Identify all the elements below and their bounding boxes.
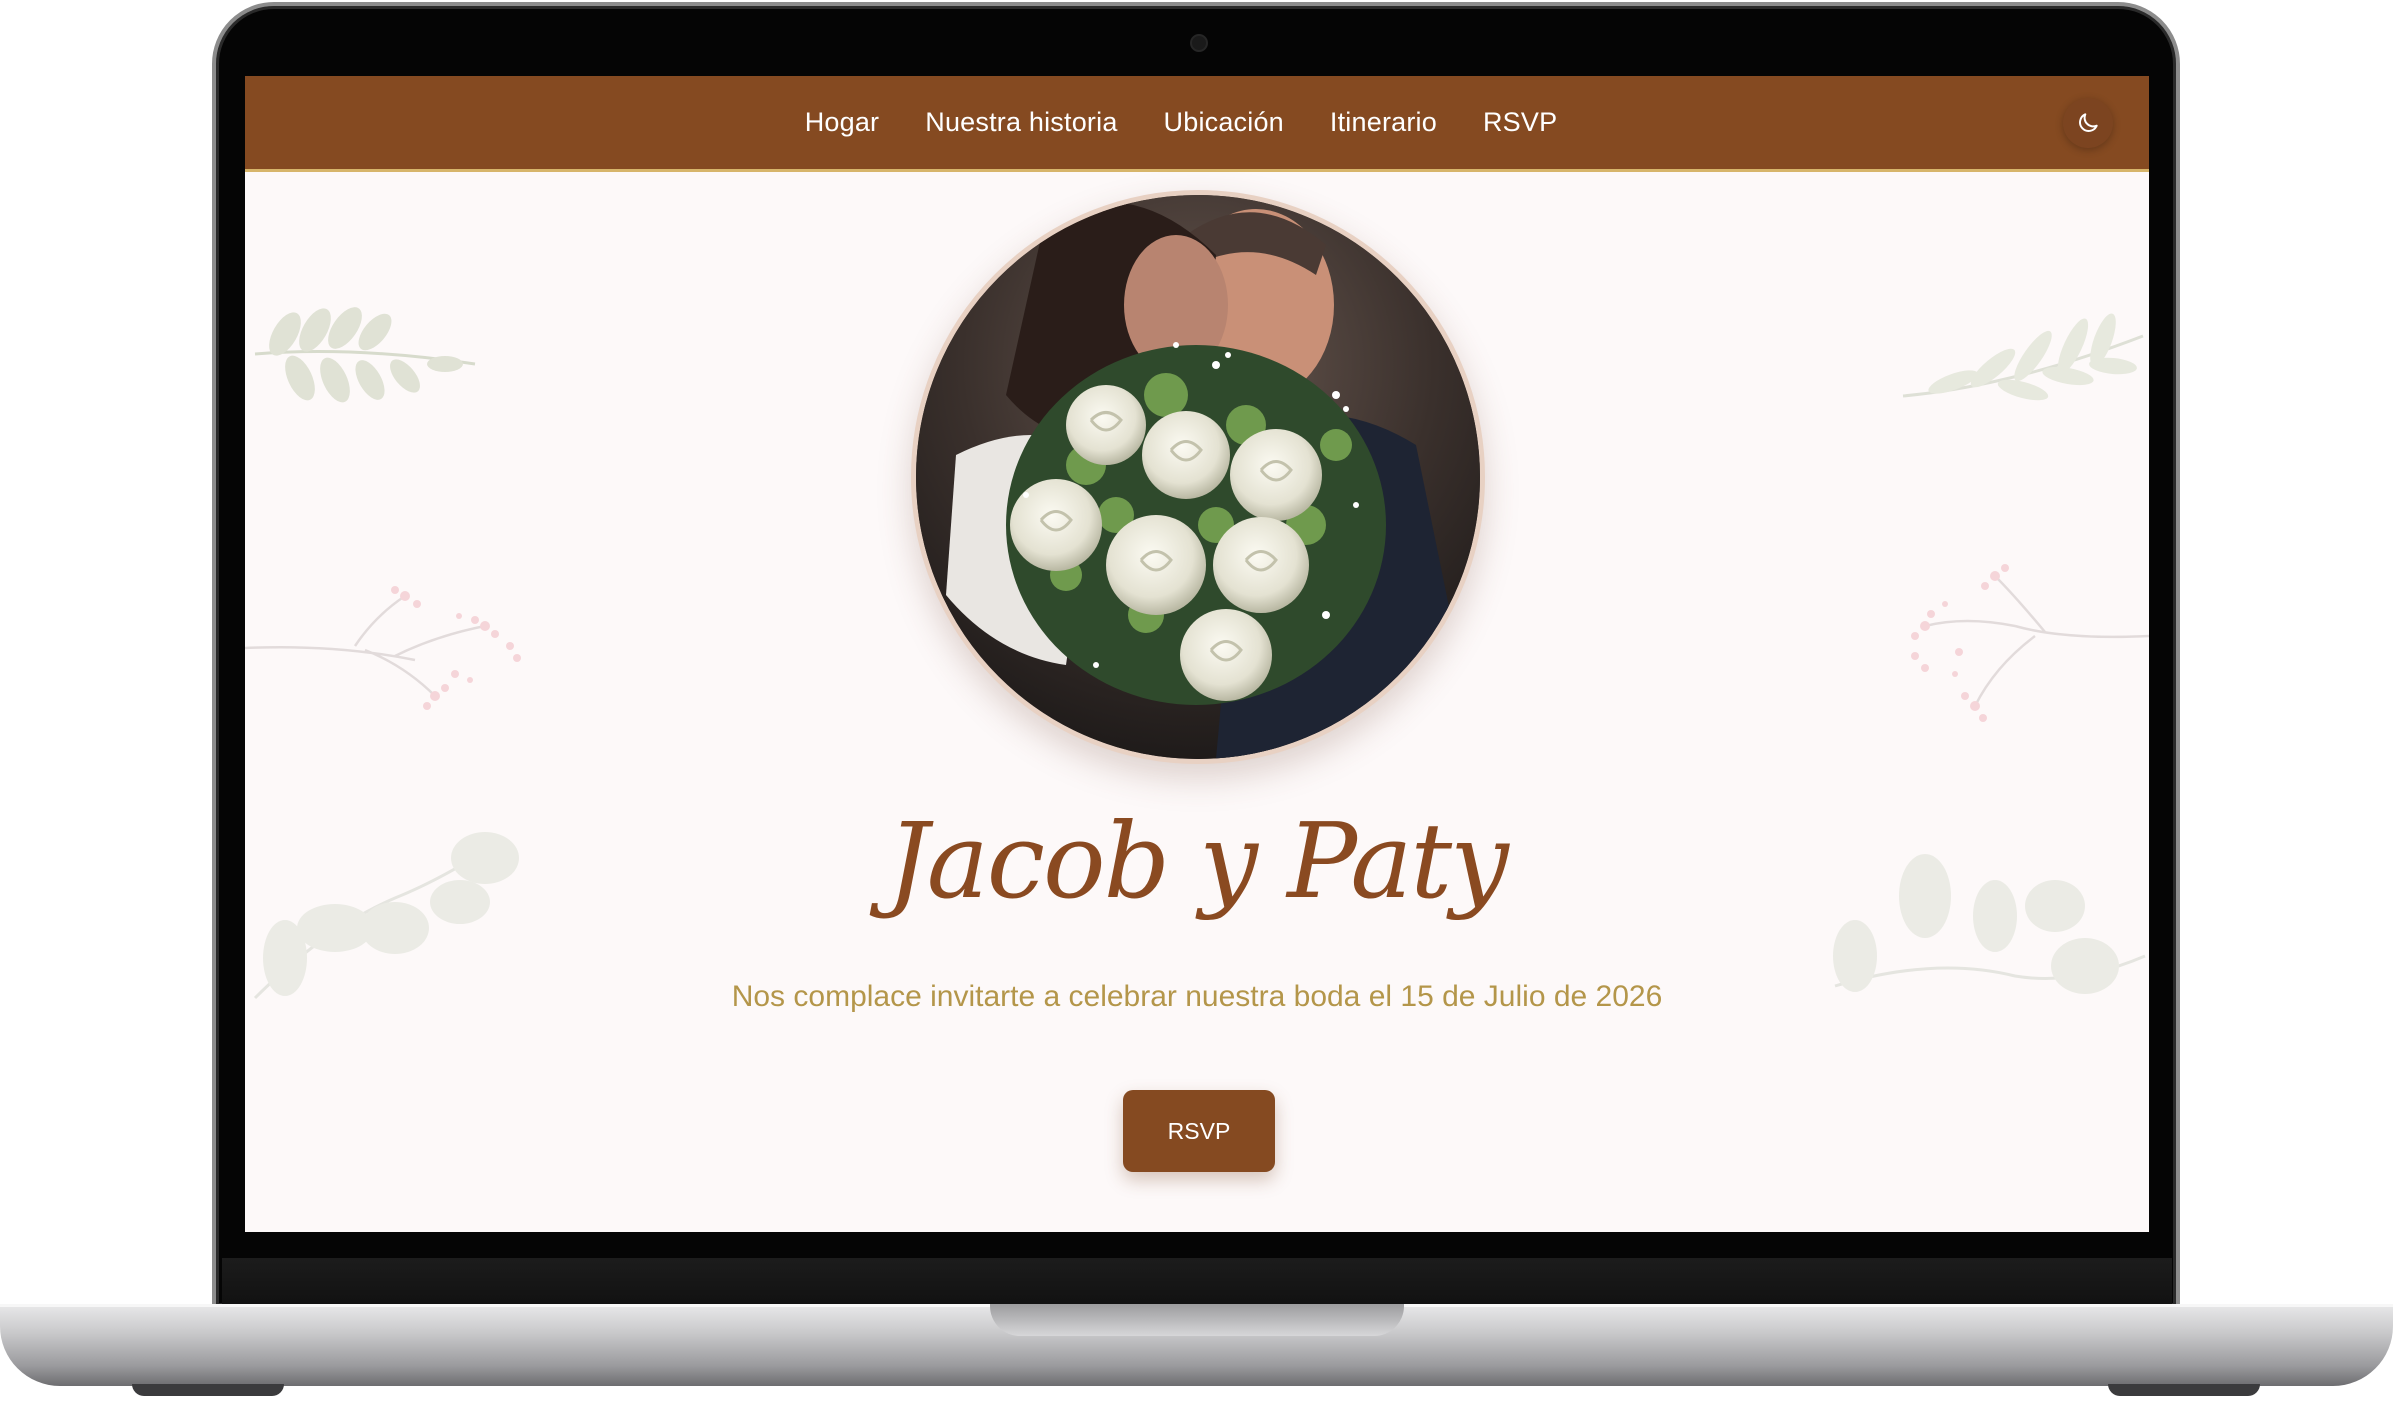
website-screen: Hogar Nuestra historia Ubicación Itinera… (245, 76, 2149, 1232)
nav-link-itinerario[interactable]: Itinerario (1330, 107, 1437, 138)
pink-flower-sprig-right-decoration (1911, 564, 2149, 722)
webcam (1190, 34, 1208, 52)
leaf-sprig-top-left-decoration (254, 307, 476, 403)
nav-link-nuestra-historia[interactable]: Nuestra historia (925, 107, 1117, 138)
fern-branch-top-right-decoration (1902, 313, 2144, 401)
laptop-foot-left (132, 1384, 284, 1396)
rsvp-button[interactable]: RSVP (1123, 1090, 1275, 1172)
bride-groom-bouquet-photo (916, 195, 1480, 759)
laptop-mockup: Hogar Nuestra historia Ubicación Itinera… (0, 0, 2393, 1402)
nav-link-rsvp[interactable]: RSVP (1483, 107, 1557, 138)
laptop-foot-right (2108, 1384, 2260, 1396)
laptop-hinge (222, 1258, 2172, 1306)
nav-link-ubicacion[interactable]: Ubicación (1164, 107, 1284, 138)
laptop-opening-notch (990, 1304, 1404, 1336)
pink-flower-sprig-left-decoration (245, 586, 521, 710)
couple-photo (911, 190, 1485, 764)
nav-link-hogar[interactable]: Hogar (805, 107, 880, 138)
top-navbar: Hogar Nuestra historia Ubicación Itinera… (245, 76, 2149, 172)
moon-icon (2079, 113, 2098, 132)
couple-names-title: Jacob y Paty (887, 800, 1509, 922)
invitation-subtitle: Nos complace invitarte a celebrar nuestr… (731, 980, 1663, 1013)
dark-mode-toggle-button[interactable] (2063, 98, 2113, 148)
nav-links: Hogar Nuestra historia Ubicación Itinera… (245, 76, 2149, 169)
